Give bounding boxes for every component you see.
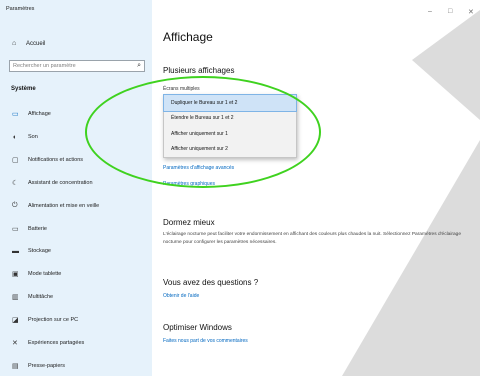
dropdown-option-only-1[interactable]: Afficher uniquement sur 1 (164, 126, 296, 142)
sidebar-item-label: Presse-papiers (28, 362, 65, 369)
projection-icon: ◪ (12, 317, 19, 325)
main-content: – □ ✕ Affichage Plusieurs affichages Écr… (152, 0, 480, 376)
speaker-icon: ◖ (12, 133, 17, 141)
graphics-settings-link[interactable]: Paramètres graphiques (163, 181, 215, 187)
notification-icon: ▢ (12, 157, 19, 165)
sidebar-item-notifications[interactable]: ▢ Notifications et actions (0, 149, 152, 172)
dropdown-option-only-2[interactable]: Afficher uniquement sur 2 (164, 142, 296, 158)
sidebar-item-label: Mode tablette (28, 271, 62, 278)
search-icon: ⌕ (137, 62, 141, 69)
sidebar-item-label: Batterie (28, 225, 47, 232)
window-title: Paramètres (6, 6, 35, 12)
sidebar-item-stockage[interactable]: ▬ Stockage (0, 240, 152, 263)
battery-icon: ▭ (12, 225, 19, 233)
optimize-heading: Optimiser Windows (163, 323, 232, 332)
help-link[interactable]: Obtenir de l'aide (163, 293, 199, 299)
sidebar: Paramètres ⌂ Accueil Rechercher un param… (0, 0, 152, 376)
home-label: Accueil (26, 40, 46, 47)
tablet-icon: ▣ (12, 271, 19, 279)
minimize-button[interactable]: – (428, 8, 432, 15)
multi-display-label: Écrans multiples (163, 86, 200, 92)
sidebar-item-affichage[interactable]: ▭ Affichage (0, 103, 152, 126)
sidebar-item-label: Assistant de concentration (28, 179, 93, 186)
sidebar-item-alimentation[interactable]: ⏻ Alimentation et mise en veille (0, 194, 152, 217)
multi-display-heading: Plusieurs affichages (163, 66, 235, 75)
advanced-display-link[interactable]: Paramètres d'affichage avancés (163, 165, 234, 171)
sidebar-item-projection[interactable]: ◪ Projection sur ce PC (0, 309, 152, 332)
storage-icon: ▬ (12, 247, 19, 255)
monitor-icon: ▭ (12, 111, 19, 119)
sidebar-section-title: Système (11, 86, 36, 92)
multitask-icon: ▥ (12, 294, 19, 302)
sidebar-item-batterie[interactable]: ▭ Batterie (0, 217, 152, 240)
moon-icon: ☾ (12, 179, 19, 187)
page-title: Affichage (163, 30, 213, 44)
home-icon: ⌂ (12, 40, 17, 47)
search-placeholder: Rechercher un paramètre (13, 63, 76, 69)
search-input[interactable]: Rechercher un paramètre ⌕ (9, 60, 145, 72)
sidebar-item-label: Multitâche (28, 294, 54, 301)
sidebar-nav: ▭ Affichage ◖ Son ▢ Notifications et act… (0, 103, 152, 376)
sidebar-item-label: Expériences partagées (28, 339, 85, 346)
dropdown-option-duplicate[interactable]: Dupliquer le Bureau sur 1 et 2 (163, 94, 297, 112)
watermark-shape (342, 10, 480, 376)
sleep-heading: Dormez mieux (163, 218, 215, 227)
sidebar-item-label: Projection sur ce PC (28, 317, 79, 324)
sidebar-item-experiences[interactable]: ✕ Expériences partagées (0, 331, 152, 354)
sidebar-item-label: Affichage (28, 111, 51, 118)
close-button[interactable]: ✕ (468, 8, 474, 16)
dropdown-option-extend[interactable]: Étendre le Bureau sur 1 et 2 (164, 111, 296, 127)
maximize-button[interactable]: □ (448, 8, 452, 15)
questions-heading: Vous avez des questions ? (163, 278, 259, 287)
sidebar-item-son[interactable]: ◖ Son (0, 126, 152, 149)
feedback-link[interactable]: Faites nous part de vos commentaires (163, 338, 248, 344)
sidebar-item-presse-papiers[interactable]: ▤ Presse-papiers (0, 354, 152, 376)
sidebar-item-label: Son (28, 134, 38, 141)
sidebar-item-label: Stockage (28, 248, 51, 255)
sidebar-item-multitache[interactable]: ▥ Multitâche (0, 286, 152, 309)
sidebar-item-label: Alimentation et mise en veille (28, 202, 100, 209)
sleep-description: L'éclairage nocturne peut faciliter votr… (163, 232, 461, 245)
sidebar-item-concentration[interactable]: ☾ Assistant de concentration (0, 172, 152, 195)
sidebar-home[interactable]: ⌂ Accueil (12, 40, 45, 47)
multi-display-dropdown[interactable]: Dupliquer le Bureau sur 1 et 2 Étendre l… (163, 94, 297, 158)
shared-icon: ✕ (12, 339, 18, 347)
sidebar-item-mode-tablette[interactable]: ▣ Mode tablette (0, 263, 152, 286)
power-icon: ⏻ (12, 201, 18, 209)
clipboard-icon: ▤ (12, 362, 19, 370)
sidebar-item-label: Notifications et actions (28, 157, 84, 164)
